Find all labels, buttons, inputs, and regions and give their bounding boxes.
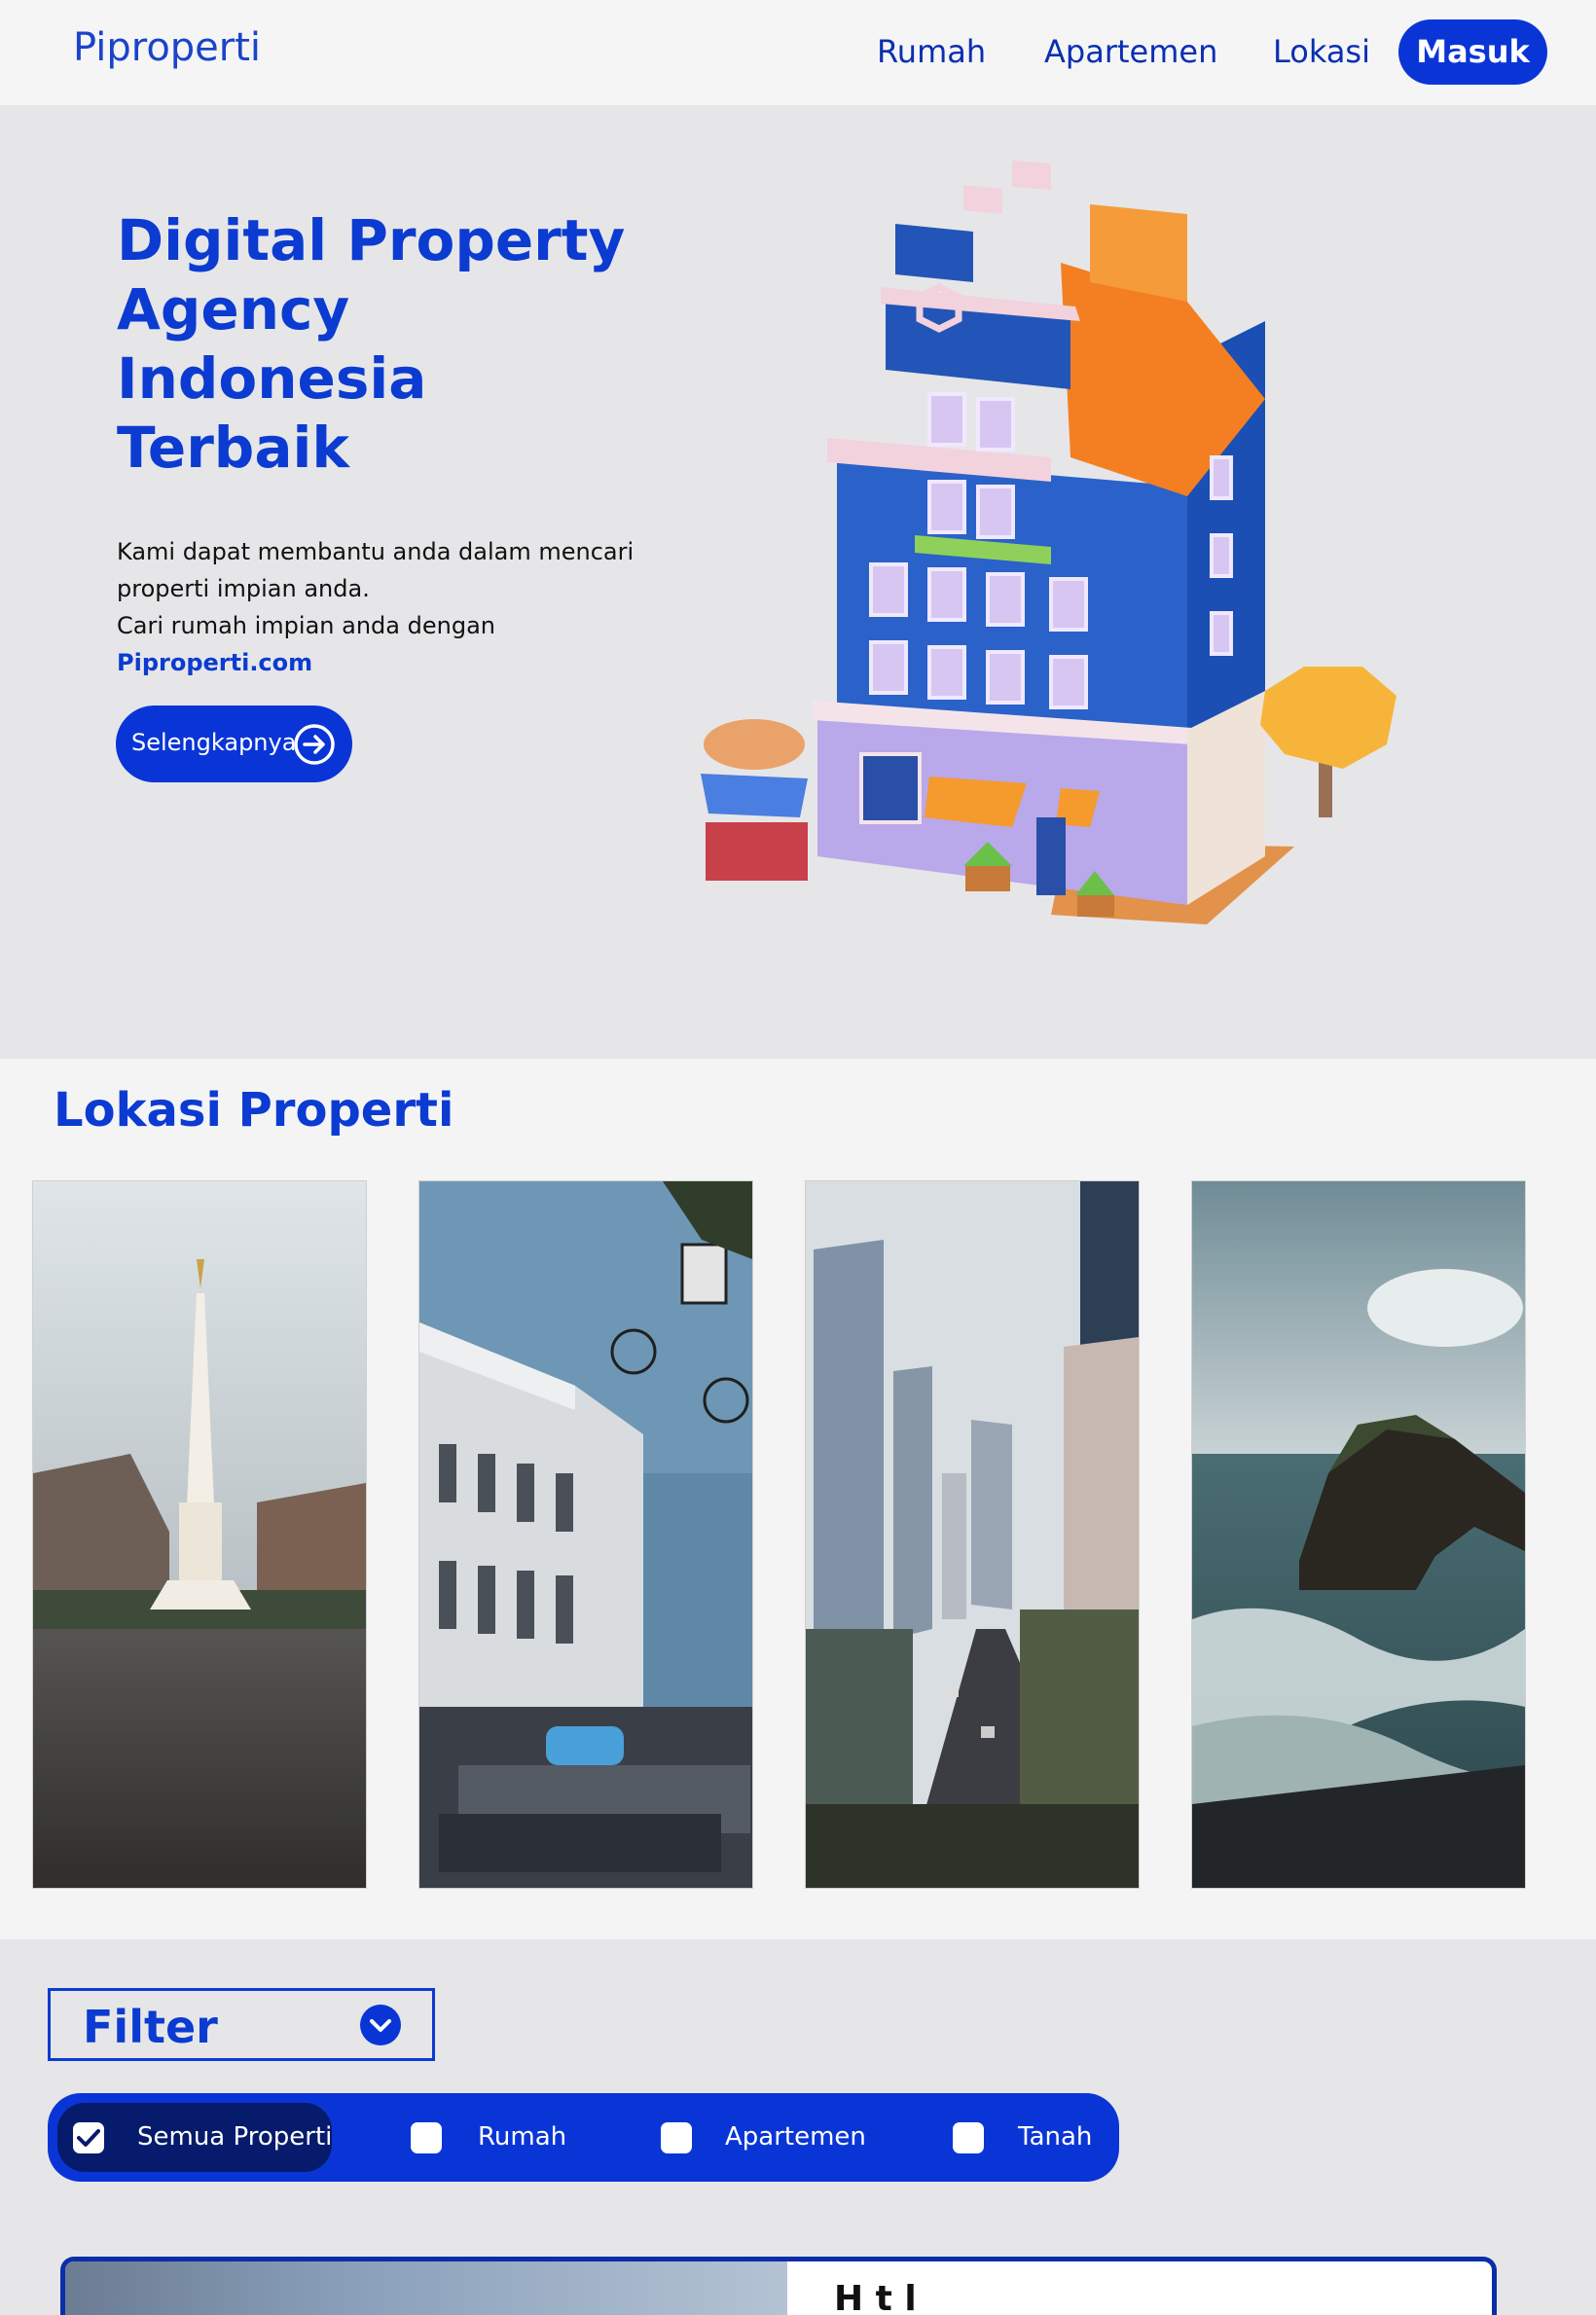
filter-option-tanah[interactable]: Tanah <box>904 2103 1099 2172</box>
hero-title: Digital Property Agency Indonesia Terbai… <box>117 206 662 483</box>
tugu-monument-photo <box>33 1181 366 1888</box>
hero-title-line: Digital Property <box>117 207 626 273</box>
property-card[interactable]: H t l <box>60 2257 1497 2315</box>
hero-description: Kami dapat membantu anda dalam mencari p… <box>117 533 662 681</box>
gable-block <box>895 224 973 282</box>
property-type-filter: Semua Properti Rumah Apartemen Tanah <box>48 2093 1119 2182</box>
filter-option-label: Rumah <box>478 2122 567 2152</box>
location-photo-heritage[interactable] <box>418 1180 753 1889</box>
read-more-button[interactable]: Selengkapnya <box>116 705 352 782</box>
location-photo-tugu[interactable] <box>32 1180 367 1889</box>
filter-option-label: Apartemen <box>725 2122 866 2152</box>
filter-label: Filter <box>83 2001 218 2053</box>
filter-option-label: Semua Properti <box>137 2122 333 2152</box>
checkbox-checked[interactable] <box>73 2122 104 2153</box>
location-photo-coast[interactable] <box>1191 1180 1526 1889</box>
plant-pot <box>965 866 1010 891</box>
property-card-photo <box>65 2261 787 2315</box>
filter-dropdown[interactable]: Filter <box>48 1988 435 2061</box>
top-navbar: Piproperti Rumah Apartemen Lokasi Masuk <box>0 0 1596 105</box>
section-title: Lokasi Properti <box>54 1083 454 1138</box>
checkbox-unchecked[interactable] <box>953 2122 984 2153</box>
hero-title-line: Agency Indonesia <box>117 276 427 412</box>
building-illustration <box>701 161 1396 924</box>
kiosk-sign <box>704 719 805 770</box>
city-skyscrapers-photo <box>806 1181 1139 1888</box>
kiosk-base <box>706 822 808 881</box>
brand-logo[interactable]: Piproperti <box>73 25 261 70</box>
nav-link-lokasi[interactable]: Lokasi <box>1273 33 1370 70</box>
kiosk-awning <box>701 774 808 817</box>
filter-option-semua-properti[interactable]: Semua Properti <box>57 2103 332 2172</box>
tree-canopy <box>1260 667 1396 769</box>
arrow-right-circle-icon <box>294 724 335 765</box>
checkbox-unchecked[interactable] <box>661 2122 692 2153</box>
nav-link-rumah[interactable]: Rumah <box>877 33 986 70</box>
hero-title-line: Terbaik <box>117 415 349 481</box>
chimney <box>1012 161 1051 190</box>
hero-desc-line: properti impian anda. <box>117 575 370 602</box>
chevron-down-icon <box>360 2005 401 2045</box>
checkmark-icon <box>77 2129 100 2147</box>
location-photo-city[interactable] <box>805 1180 1140 1889</box>
shop-window <box>859 752 922 824</box>
hero-desc-line: Cari rumah impian anda dengan <box>117 612 495 639</box>
plant-pot <box>1077 895 1114 917</box>
hero-desc-line: Kami dapat membantu anda dalam mencari <box>117 538 635 565</box>
chimney <box>963 185 1002 214</box>
shop-door <box>1036 817 1066 895</box>
read-more-label: Selengkapnya <box>131 729 297 756</box>
nav-link-apartemen[interactable]: Apartemen <box>1044 33 1217 70</box>
filter-option-rumah[interactable]: Rumah <box>359 2103 567 2172</box>
coastal-rock-temple-photo <box>1192 1181 1525 1888</box>
filter-option-apartemen[interactable]: Apartemen <box>612 2103 866 2172</box>
site-link[interactable]: Piproperti.com <box>117 644 662 681</box>
heritage-building-photo <box>419 1181 752 1888</box>
login-button[interactable]: Masuk <box>1398 19 1547 85</box>
filter-option-label: Tanah <box>1018 2122 1093 2152</box>
property-card-title: H t l <box>834 2279 917 2315</box>
checkbox-unchecked[interactable] <box>411 2122 442 2153</box>
